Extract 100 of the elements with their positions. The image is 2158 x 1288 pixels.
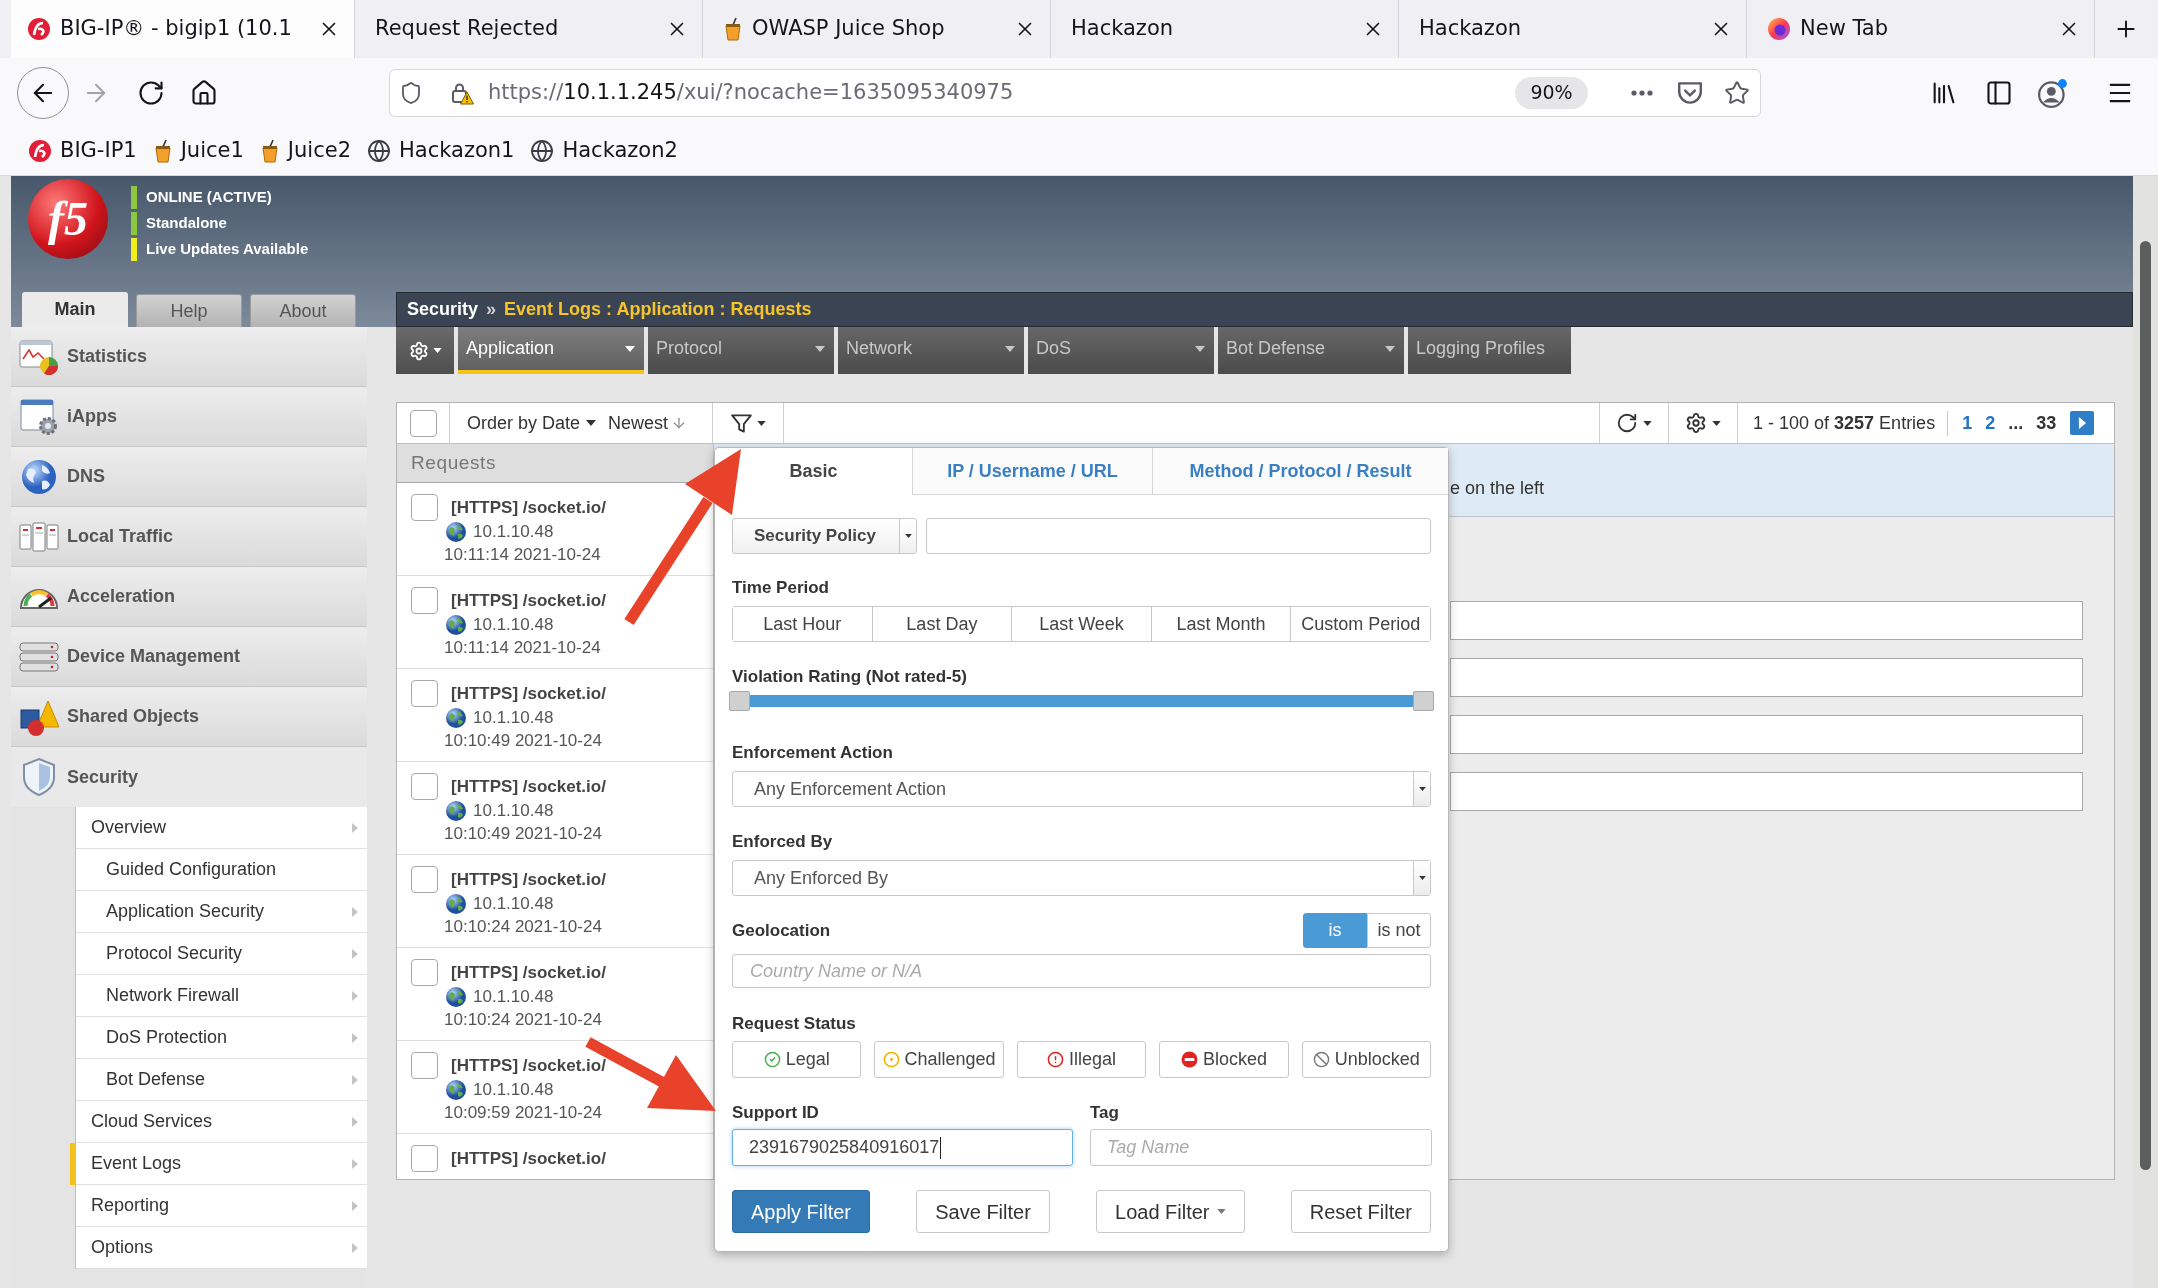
main-tab[interactable]: Main [22, 292, 128, 327]
timestamp: 10:10:24 2021-10-24 [444, 1009, 602, 1032]
app-logo-icon [1767, 17, 1791, 41]
field-label: Request Status [732, 1013, 857, 1035]
sort-order-button[interactable]: Newest [605, 407, 691, 439]
security-policy-dropdown[interactable]: Security Policy [732, 518, 917, 554]
row-checkbox[interactable] [411, 587, 438, 614]
security-policy-field[interactable] [926, 518, 1431, 554]
bookmark[interactable]: Hackazon2 [528, 135, 680, 167]
status-filter-button[interactable]: Illegal [1016, 1041, 1147, 1078]
row-checkbox[interactable] [411, 494, 438, 521]
request-title[interactable]: [HTTPS] /socket.io/ [451, 959, 606, 986]
filter-action-button[interactable]: Apply Filter [732, 1190, 871, 1233]
enforced-by-dropdown[interactable]: Any Enforced By [732, 860, 1431, 896]
status-filter-button[interactable]: Unblocked [1301, 1041, 1432, 1078]
status-filter-button[interactable]: Blocked [1159, 1041, 1289, 1078]
star-icon [1724, 79, 1750, 106]
alert-circle-icon [1047, 1051, 1064, 1068]
status-filter-button[interactable]: Challenged [874, 1041, 1004, 1078]
cup-icon [723, 17, 743, 41]
caret-right-icon [352, 1200, 358, 1211]
page-link[interactable]: 2 [1985, 409, 1996, 437]
filter-tab[interactable]: Basic [715, 448, 913, 495]
breadcrumb-link[interactable]: Security [407, 296, 479, 323]
bookmark[interactable]: Juice2 [257, 135, 353, 167]
ip-address: 10.1.10.48 [473, 986, 554, 1009]
tag-field[interactable]: Tag Name [1090, 1129, 1432, 1166]
text-field[interactable] [1450, 601, 2083, 640]
globe-icon [445, 1079, 467, 1101]
bookmark[interactable]: Hackazon1 [365, 135, 517, 167]
slider-handle[interactable] [729, 691, 750, 711]
text-field[interactable] [1450, 658, 2083, 697]
row-checkbox[interactable] [411, 1052, 438, 1079]
address-bar[interactable]: https://10.1.1.245/xui/?nocache=1635095340975 90% [389, 68, 1761, 117]
row-checkbox[interactable] [411, 866, 438, 893]
menu-tab[interactable]: Logging Profiles [1408, 327, 1571, 374]
nav-item[interactable]: Shared Objects [11, 687, 367, 747]
geolocation-field[interactable]: Country Name or N/A [732, 954, 1431, 988]
nav-item[interactable]: Local Traffic [11, 507, 367, 567]
menu-tab[interactable]: DoS [1028, 327, 1214, 374]
text-field[interactable] [1450, 715, 2083, 754]
scrollbar-thumb[interactable] [2140, 241, 2151, 1170]
filter-action-button[interactable]: Reset Filter [1290, 1190, 1431, 1233]
page-link[interactable]: 1 [1962, 409, 1973, 437]
nav-item[interactable]: DNS [11, 447, 367, 507]
bookmark[interactable]: BIG-IP1 [26, 135, 139, 167]
request-title[interactable]: [HTTPS] /socket.io/ [451, 866, 606, 893]
bookmark[interactable]: Juice1 [150, 135, 246, 167]
row-checkbox[interactable] [411, 1145, 438, 1172]
filter-action-button[interactable]: Save Filter [916, 1190, 1050, 1233]
request-title[interactable]: [HTTPS] /socket.io/ [451, 1052, 606, 1079]
menu-tab[interactable]: Application [458, 327, 644, 374]
zoom-level-button[interactable]: 90% [1515, 76, 1588, 109]
timestamp: 10:11:14 2021-10-24 [444, 637, 601, 660]
menu-tab[interactable]: Network [838, 327, 1024, 374]
time-period-button[interactable]: Custom Period [1290, 607, 1430, 641]
nav-item[interactable]: Acceleration [11, 567, 367, 627]
globe-icon [445, 893, 467, 915]
menu-tab[interactable]: Bot Defense [1218, 327, 1404, 374]
main-tab[interactable]: Help [136, 294, 242, 327]
row-checkbox[interactable] [411, 680, 438, 707]
next-page-button[interactable] [2070, 411, 2095, 435]
timestamp: 10:10:49 2021-10-24 [444, 823, 602, 846]
filter-action-button[interactable]: Load Filter [1096, 1190, 1245, 1233]
request-title[interactable]: [HTTPS] /socket.io/ [451, 680, 606, 707]
text-field[interactable] [1450, 772, 2083, 811]
menu-tab[interactable]: Protocol [648, 327, 834, 374]
browser-tab[interactable]: BIG-IP® - bigip1 (10.1 [11, 0, 355, 58]
settings-menu-button[interactable] [396, 327, 454, 374]
nav-item[interactable]: Device Management [11, 627, 367, 687]
nav-item[interactable]: iApps [11, 387, 367, 447]
row-checkbox[interactable] [411, 773, 438, 800]
nav-item[interactable]: Security [11, 747, 367, 807]
more-icon [1631, 89, 1653, 96]
toggle-option[interactable]: is not [1367, 913, 1431, 948]
request-title[interactable]: [HTTPS] /socket.io/ [451, 773, 606, 800]
filter-tab[interactable]: IP / Username / URL [913, 448, 1153, 495]
row-checkbox[interactable] [411, 959, 438, 986]
globe-icon [445, 614, 467, 636]
caret-icon [1712, 420, 1721, 426]
status-text: Standalone [146, 212, 227, 233]
filter-tab[interactable]: Method / Protocol / Result [1153, 448, 1448, 495]
slider-handle[interactable] [1413, 691, 1434, 711]
request-title[interactable]: [HTTPS] /socket.io/ [451, 587, 606, 614]
caret-icon [904, 534, 912, 538]
caret-icon [1195, 345, 1205, 352]
timestamp: 10:10:24 2021-10-24 [444, 916, 602, 939]
request-title[interactable]: [HTTPS] /socket.io/ [451, 494, 606, 521]
support-id-field[interactable]: 2391679025840916017 [732, 1129, 1073, 1166]
status-filter-button[interactable]: Legal [732, 1041, 862, 1078]
select-all-checkbox[interactable] [409, 409, 437, 437]
globe-icon [530, 139, 555, 163]
gear-icon [1685, 412, 1707, 434]
main-tab[interactable]: About [250, 294, 356, 327]
enforcement-action-dropdown[interactable]: Any Enforcement Action [732, 771, 1431, 807]
nav-item[interactable]: Statistics [11, 327, 367, 387]
globe-icon [445, 800, 467, 822]
ip-address: 10.1.10.48 [473, 800, 554, 823]
request-title[interactable]: [HTTPS] /socket.io/ [451, 1145, 606, 1172]
order-by-dropdown[interactable]: Order by Date [464, 407, 600, 439]
